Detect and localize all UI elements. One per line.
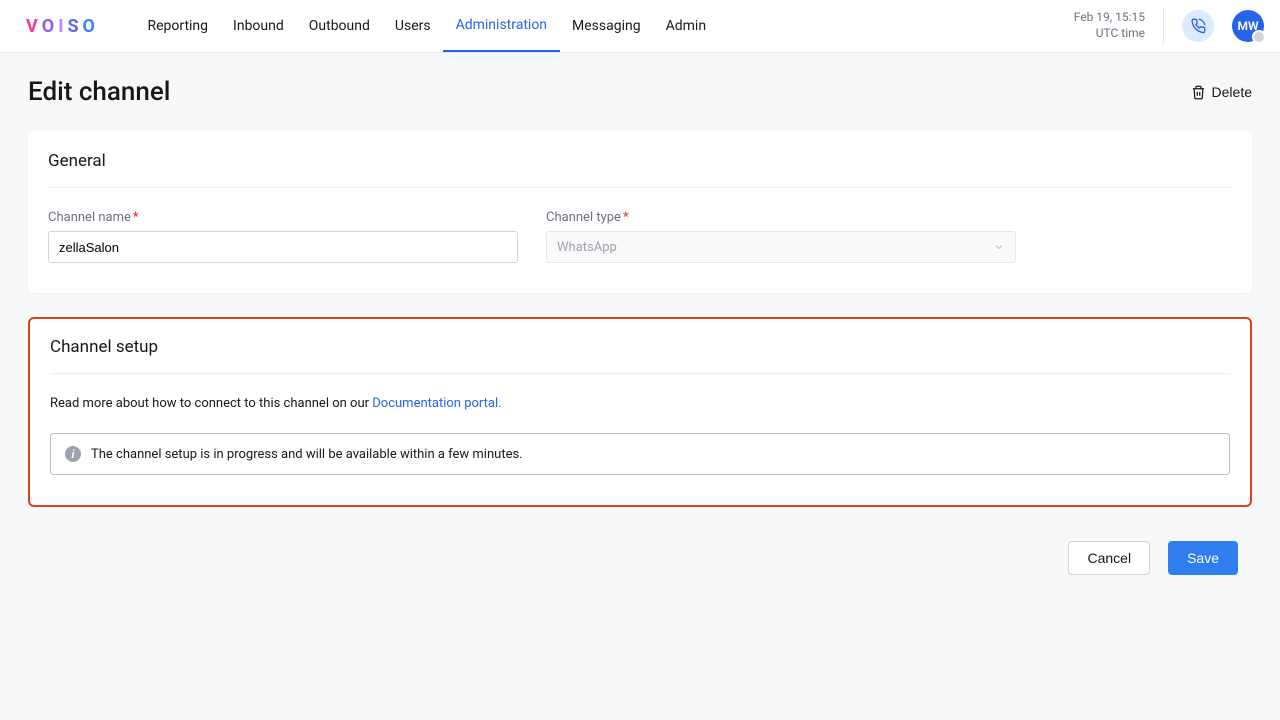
channel-setup-card: Channel setup Read more about how to con… [28, 317, 1252, 507]
channel-name-label: Channel name* [48, 210, 518, 225]
delete-button[interactable]: Delete [1191, 84, 1252, 100]
channel-setup-help: Read more about how to connect to this c… [50, 396, 1230, 411]
channel-name-input[interactable] [48, 231, 518, 263]
chevron-down-icon [993, 241, 1005, 253]
logo: V O I S O [26, 16, 99, 37]
channel-type-value: WhatsApp [557, 240, 617, 255]
channel-type-field: Channel type* WhatsApp [546, 210, 1016, 263]
page-title: Edit channel [28, 77, 170, 107]
general-section-title: General [48, 151, 1232, 188]
page-content: Edit channel Delete General Channel name… [0, 53, 1280, 575]
channel-setup-info-box: i The channel setup is in progress and w… [50, 433, 1230, 475]
nav-administration[interactable]: Administration [443, 0, 559, 52]
channel-type-label: Channel type* [546, 210, 1016, 225]
general-card: General Channel name* Channel type* What… [28, 131, 1252, 293]
nav-inbound[interactable]: Inbound [221, 0, 297, 52]
user-avatar[interactable]: MW [1232, 10, 1264, 42]
channel-setup-info-text: The channel setup is in progress and wil… [91, 447, 523, 462]
cancel-button[interactable]: Cancel [1068, 541, 1150, 575]
nav-outbound[interactable]: Outbound [296, 0, 382, 52]
header-divider [1163, 8, 1164, 44]
nav-messaging[interactable]: Messaging [560, 0, 654, 52]
nav-reporting[interactable]: Reporting [135, 0, 221, 52]
header-right: Feb 19, 15:15 UTC time MW [1074, 8, 1264, 44]
header-datetime: Feb 19, 15:15 UTC time [1074, 10, 1145, 41]
nav-users[interactable]: Users [382, 0, 443, 52]
trash-icon [1191, 85, 1206, 100]
channel-setup-title: Channel setup [50, 337, 1230, 374]
dialer-button[interactable] [1182, 10, 1214, 42]
nav-admin[interactable]: Admin [653, 0, 718, 52]
form-actions: Cancel Save [28, 541, 1252, 575]
info-icon: i [65, 446, 81, 462]
phone-icon [1190, 18, 1206, 34]
primary-nav: Reporting Inbound Outbound Users Adminis… [135, 0, 719, 52]
top-navbar: V O I S O Reporting Inbound Outbound Use… [0, 0, 1280, 53]
general-form-row: Channel name* Channel type* WhatsApp [48, 210, 1232, 263]
page-header: Edit channel Delete [28, 77, 1252, 107]
documentation-portal-link[interactable]: Documentation portal. [372, 396, 501, 411]
channel-name-field: Channel name* [48, 210, 518, 263]
channel-type-select[interactable]: WhatsApp [546, 231, 1016, 263]
save-button[interactable]: Save [1168, 541, 1238, 575]
